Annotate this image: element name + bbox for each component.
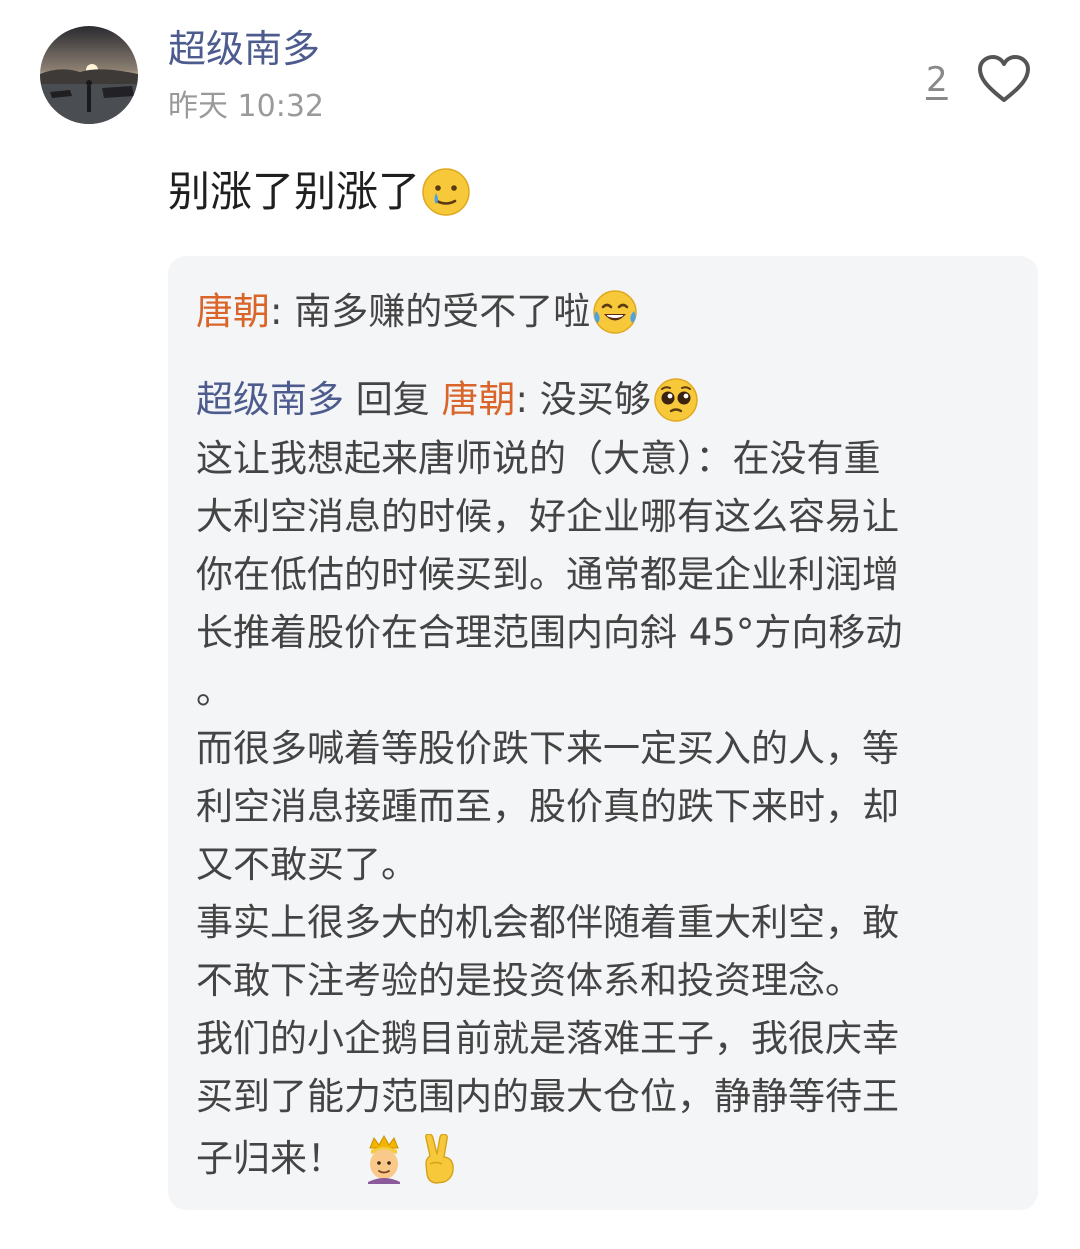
reply-box: 唐朝 : 南多赚的受不了啦 超级南多 回复 唐朝 : 没买够 这让我想起来唐师说… bbox=[168, 256, 1038, 1210]
tears-of-joy-emoji bbox=[590, 287, 640, 337]
reply-body-line: 子归来！ bbox=[196, 1137, 344, 1180]
reply-body-line: 利空消息接踵而至，股价真的跌下来时，却 bbox=[196, 785, 899, 828]
reply-body-line: 我们的小企鹅目前就是落难王子，我很庆幸 bbox=[196, 1017, 899, 1060]
reply-body-line: 长推着股价在合理范围内向斜 45°方向移动 bbox=[196, 611, 903, 654]
reply-target[interactable]: 唐朝 bbox=[442, 372, 516, 428]
reply-separator: : bbox=[515, 378, 540, 421]
sad-tear-smile-emoji bbox=[420, 166, 472, 218]
comment-username[interactable]: 超级南多 bbox=[168, 26, 320, 72]
comment-text-row: 别涨了别涨了 bbox=[168, 164, 472, 220]
reply-word: 回复 bbox=[344, 378, 442, 421]
reply-body-line: 事实上很多大的机会都伴随着重大利空，敢 bbox=[196, 901, 899, 944]
reply-body-line: 你在低估的时候买到。通常都是企业利润增 bbox=[196, 553, 899, 596]
comment-text: 别涨了别涨了 bbox=[168, 167, 421, 216]
reply-author[interactable]: 唐朝 bbox=[196, 284, 270, 340]
pleading-face-emoji bbox=[651, 375, 701, 425]
reply-body-line: 。 bbox=[196, 669, 233, 712]
comment-card: 超级南多 昨天 10:32 2 别涨了别涨了 唐朝 : 南多赚的受不了啦 超级南… bbox=[0, 0, 1080, 1249]
like-count[interactable]: 2 bbox=[926, 60, 948, 100]
reply-separator: : bbox=[270, 290, 295, 333]
reply-body-last-line: 子归来！ bbox=[196, 1126, 988, 1192]
reply-body-line: 大利空消息的时候，好企业哪有这么容易让 bbox=[196, 495, 899, 538]
reply-body-line: 而很多喊着等股价跌下来一定买入的人，等 bbox=[196, 727, 899, 770]
reply-body: 这让我想起来唐师说的（大意）：在没有重 大利空消息的时候，好企业哪有这么容易让 … bbox=[196, 430, 988, 1192]
reply-text: 没买够 bbox=[539, 378, 651, 421]
reply-author[interactable]: 超级南多 bbox=[196, 372, 344, 428]
reply-body-line: 又不敢买了。 bbox=[196, 843, 418, 886]
reply-body-line: 不敢下注考验的是投资体系和投资理念。 bbox=[196, 959, 862, 1002]
reply-item[interactable]: 超级南多 回复 唐朝 : 没买够 bbox=[196, 372, 701, 428]
reply-body-line: 买到了能力范围内的最大仓位，静静等待王 bbox=[196, 1075, 899, 1118]
reply-body-line: 这让我想起来唐师说的（大意）：在没有重 bbox=[196, 437, 881, 480]
prince-emoji bbox=[362, 1134, 406, 1184]
reply-item[interactable]: 唐朝 : 南多赚的受不了啦 bbox=[196, 284, 640, 340]
heart-icon bbox=[978, 55, 1030, 102]
comment-timestamp: 昨天 10:32 bbox=[168, 89, 324, 124]
avatar[interactable] bbox=[40, 26, 138, 124]
victory-hand-emoji bbox=[420, 1134, 460, 1184]
like-button[interactable] bbox=[976, 54, 1032, 104]
reply-text: 南多赚的受不了啦 bbox=[294, 290, 591, 333]
